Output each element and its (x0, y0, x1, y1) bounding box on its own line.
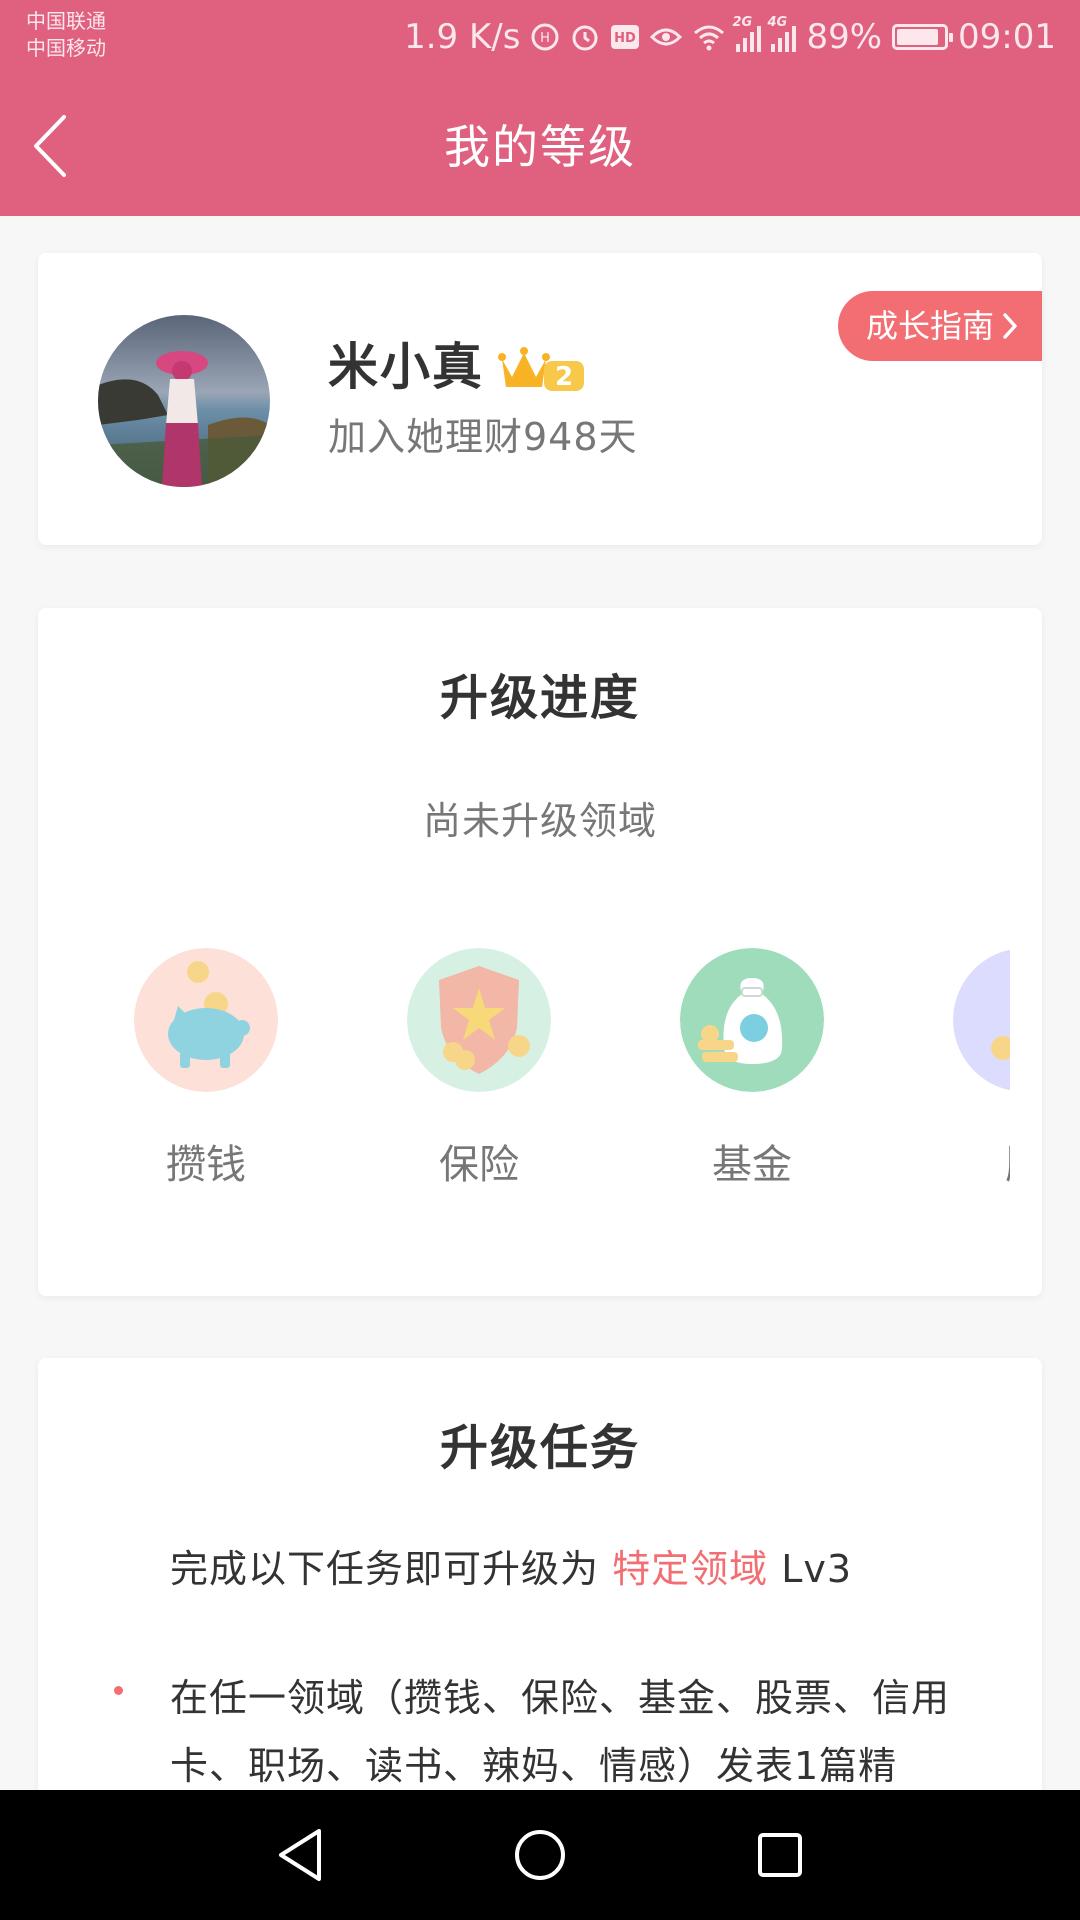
square-recents-icon (758, 1833, 802, 1877)
domain-list[interactable]: 攒钱 保险 基金 (38, 948, 1010, 1188)
growth-guide-label: 成长指南 (865, 307, 994, 345)
signal-tag: 4G (767, 15, 788, 30)
domain-item-saving[interactable]: 攒钱 (106, 948, 306, 1188)
upgrade-progress-card: 升级进度 尚未升级领域 攒钱 保险 基金 (38, 608, 1042, 1296)
money-bag-icon (680, 948, 824, 1092)
piggy-bank-icon (134, 948, 278, 1092)
carrier-2: 中国移动 (26, 36, 106, 60)
level-badge: 2 (498, 339, 588, 395)
domain-label: 攒钱 (166, 1142, 246, 1188)
page-title: 我的等级 (444, 120, 636, 174)
task-bullet (114, 1686, 123, 1695)
triangle-back-icon (279, 1829, 321, 1881)
task-intro-suffix: Lv3 (768, 1547, 853, 1591)
carrier-info: 中国联通 中国移动 (26, 8, 106, 62)
tasks-title: 升级任务 (439, 1420, 640, 1476)
svg-text:HD: HD (615, 31, 637, 46)
battery-icon (892, 24, 954, 50)
title-bar: 我的等级 (0, 78, 1080, 216)
task-intro: 完成以下任务即可升级为 特定领域 Lv3 (170, 1538, 852, 1593)
signal-tag: 2G (732, 15, 753, 30)
join-days: 加入她理财948天 (328, 415, 638, 459)
wifi-icon (692, 23, 726, 51)
nav-back-button[interactable] (265, 1820, 335, 1890)
domain-item-stock[interactable]: 股 (925, 948, 1010, 1188)
circle-home-icon (515, 1830, 565, 1880)
progress-title: 升级进度 (439, 670, 640, 726)
task-intro-highlight: 特定领域 (612, 1547, 769, 1591)
nav-recents-button[interactable] (745, 1820, 815, 1890)
progress-subtitle: 尚未升级领域 (422, 799, 657, 843)
speed-icon: H (530, 22, 560, 52)
screen: 中国联通 中国移动 1.9 K/s H HD 2G 4G 89% 09:01 我… (0, 0, 1080, 1920)
domain-label: 保险 (439, 1142, 519, 1188)
domain-label: 基金 (712, 1142, 792, 1188)
user-name: 米小真 (328, 338, 484, 396)
signal-icon: 4G (767, 16, 797, 52)
shield-icon (407, 948, 551, 1092)
profile-card: 米小真 2 加入她理财948天 成长指南 (38, 253, 1042, 545)
domain-item-fund[interactable]: 基金 (652, 948, 852, 1188)
avatar[interactable] (98, 315, 270, 487)
chevron-right-icon (1003, 313, 1017, 339)
stock-icon (953, 948, 1010, 1092)
navigation-bar (0, 1790, 1080, 1920)
level-number: 2 (555, 362, 573, 392)
crown-icon (502, 353, 546, 387)
status-icons: 1.9 K/s H HD 2G 4G 89% 09:01 (404, 14, 1056, 60)
hd-icon: HD (610, 24, 640, 50)
domain-item-insurance[interactable]: 保险 (379, 948, 579, 1188)
growth-guide-button[interactable]: 成长指南 (837, 291, 1042, 361)
battery-fill (897, 29, 939, 45)
battery-percent: 89% (806, 17, 883, 57)
carrier-1: 中国联通 (26, 9, 106, 33)
net-speed: 1.9 K/s (404, 17, 521, 57)
svg-text:H: H (541, 31, 551, 46)
domain-label: 股 (925, 1132, 1010, 1188)
clock: 09:01 (958, 17, 1056, 57)
signal-icon: 2G (732, 16, 762, 52)
task-item: 在任一领域（攒钱、保险、基金、股票、信用卡、职场、读书、辣妈、情感）发表1篇精 (170, 1676, 951, 1788)
status-bar: 中国联通 中国移动 1.9 K/s H HD 2G 4G 89% 09:01 (0, 0, 1080, 78)
task-intro-prefix: 完成以下任务即可升级为 (170, 1547, 613, 1591)
eye-icon (650, 25, 683, 49)
alarm-icon (570, 22, 600, 52)
nav-home-button[interactable] (505, 1820, 575, 1890)
